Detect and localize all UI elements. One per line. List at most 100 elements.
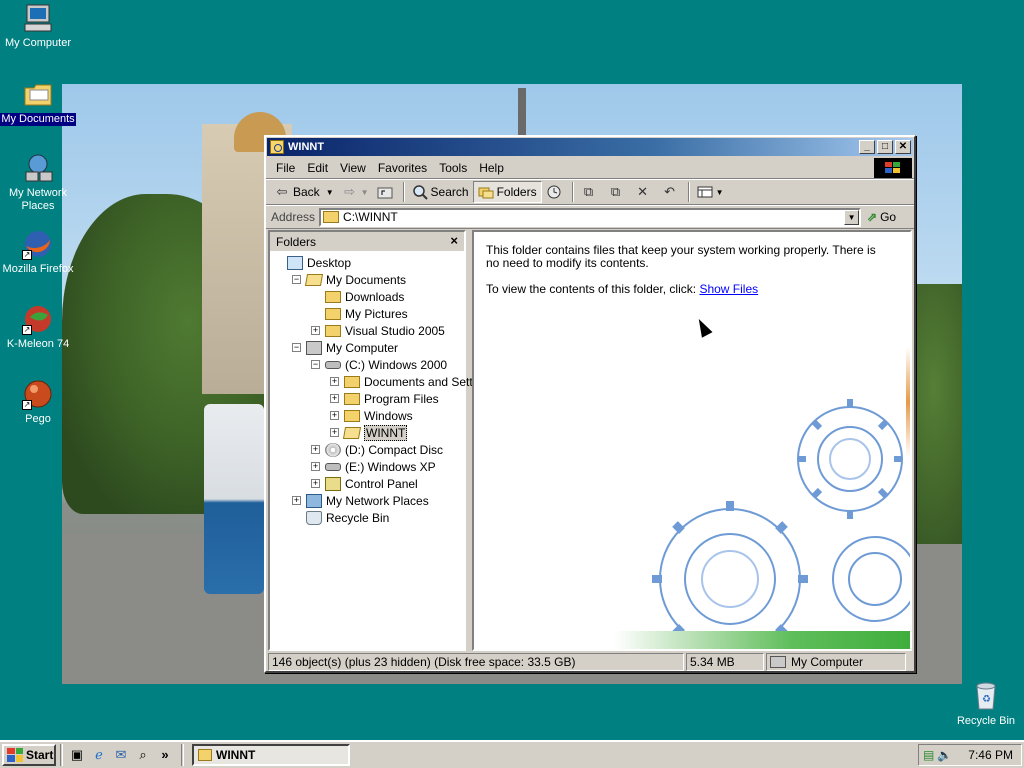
desktop-icon-my-network-places[interactable]: My Network Places bbox=[0, 152, 76, 213]
desktop-icon-label: My Computer bbox=[4, 37, 72, 49]
tree-node[interactable]: My Pictures bbox=[270, 305, 464, 322]
tree-node[interactable]: Downloads bbox=[270, 288, 464, 305]
tree-node[interactable]: + Visual Studio 2005 bbox=[270, 322, 464, 339]
maximize-button[interactable]: □ bbox=[877, 140, 893, 154]
expand-icon[interactable]: + bbox=[330, 411, 339, 420]
menu-help[interactable]: Help bbox=[473, 161, 510, 175]
tree-node[interactable]: + Documents and Settings bbox=[270, 373, 495, 390]
volume-icon[interactable]: 🔈 bbox=[937, 748, 952, 762]
folders-pane-header: Folders × bbox=[270, 232, 464, 252]
expand-icon[interactable]: + bbox=[330, 377, 339, 386]
collapse-icon[interactable]: − bbox=[292, 275, 301, 284]
menu-edit[interactable]: Edit bbox=[301, 161, 334, 175]
copy-to-icon: ⧉ bbox=[610, 184, 621, 199]
standard-toolbar: ⇦ Back ▼ ⇨ ▼ Search Folders ⧉ ⧉ ✕ ↶ ▼ bbox=[266, 179, 914, 205]
show-files-link[interactable]: Show Files bbox=[699, 282, 758, 296]
expand-icon[interactable]: + bbox=[311, 445, 320, 454]
tree-node[interactable]: + (D:) Compact Disc bbox=[270, 441, 464, 458]
desktop-icon-pego[interactable]: ↗ Pego bbox=[0, 378, 76, 426]
tree-node[interactable]: + Control Panel bbox=[270, 475, 464, 492]
show-desktop-icon[interactable]: ▣ bbox=[67, 745, 87, 765]
desktop-icon-recycle-bin[interactable]: ♻ Recycle Bin bbox=[948, 680, 1024, 728]
go-arrow-icon: ⇗ bbox=[867, 210, 878, 224]
back-arrow-icon: ⇦ bbox=[276, 184, 288, 199]
menu-tools[interactable]: Tools bbox=[433, 161, 473, 175]
tree-node[interactable]: + My Network Places bbox=[270, 492, 464, 509]
collapse-icon[interactable]: − bbox=[292, 343, 301, 352]
undo-button[interactable]: ↶ bbox=[658, 181, 685, 203]
firefox-icon: ↗ bbox=[22, 228, 54, 260]
tree-node-label: Desktop bbox=[307, 255, 352, 270]
chevron-down-icon[interactable]: ▼ bbox=[326, 188, 334, 197]
tree-node[interactable]: + WINNT bbox=[270, 424, 464, 441]
tray-app-icon[interactable]: ▤ bbox=[923, 748, 934, 762]
start-button[interactable]: Start bbox=[2, 743, 56, 766]
tree-node[interactable]: − My Computer bbox=[270, 339, 464, 356]
collapse-icon[interactable]: − bbox=[311, 360, 320, 369]
expand-icon[interactable]: + bbox=[311, 326, 320, 335]
chevron-down-icon[interactable]: ▼ bbox=[361, 188, 369, 197]
expand-icon[interactable]: + bbox=[292, 496, 301, 505]
tree-node[interactable]: − (C:) Windows 2000 bbox=[270, 356, 464, 373]
close-icon[interactable]: × bbox=[450, 233, 458, 248]
go-label: Go bbox=[880, 210, 897, 224]
window-titlebar[interactable]: WINNT _ □ ✕ bbox=[267, 138, 913, 156]
tree-node[interactable]: Recycle Bin bbox=[270, 509, 464, 526]
folders-button[interactable]: Folders bbox=[472, 181, 542, 203]
expand-icon[interactable]: + bbox=[311, 462, 320, 471]
decorative-green-bar bbox=[614, 631, 910, 649]
up-button[interactable] bbox=[373, 181, 400, 203]
address-label: Address bbox=[271, 210, 316, 224]
chevron-down-icon[interactable]: ▼ bbox=[716, 188, 724, 197]
forward-button[interactable]: ⇨ ▼ bbox=[338, 181, 373, 203]
recycle-bin-icon bbox=[306, 510, 322, 525]
desktop-icon-my-documents[interactable]: My Documents bbox=[0, 78, 76, 126]
desktop-icon-my-computer[interactable]: My Computer bbox=[0, 2, 76, 50]
back-button[interactable]: ⇦ Back ▼ bbox=[270, 181, 338, 203]
tree-node[interactable]: + (E:) Windows XP bbox=[270, 458, 464, 475]
forward-arrow-icon: ⇨ bbox=[344, 184, 356, 199]
folder-icon bbox=[344, 375, 360, 388]
expand-icon[interactable]: + bbox=[330, 394, 339, 403]
start-label: Start bbox=[26, 747, 54, 762]
history-button[interactable] bbox=[542, 181, 569, 203]
search-button[interactable]: Search bbox=[408, 181, 473, 203]
quicklaunch-more-icon[interactable]: » bbox=[155, 745, 175, 765]
status-zone-label: My Computer bbox=[791, 655, 864, 669]
desktop-icon-k-meleon[interactable]: ↗ K-Meleon 74 bbox=[0, 303, 76, 351]
move-to-button[interactable]: ⧉ bbox=[577, 181, 604, 203]
views-button[interactable]: ▼ bbox=[693, 181, 728, 203]
window-content: Folders × Desktop − My Documents Downloads M… bbox=[268, 230, 912, 651]
delete-button[interactable]: ✕ bbox=[631, 181, 658, 203]
go-button[interactable]: ⇗ Go bbox=[867, 210, 896, 224]
tree-node[interactable]: − My Documents bbox=[270, 271, 464, 288]
address-dropdown-button[interactable]: ▼ bbox=[844, 209, 860, 225]
desktop-icon-mozilla-firefox[interactable]: ↗ Mozilla Firefox bbox=[0, 228, 76, 276]
recycle-bin-icon: ♻ bbox=[970, 680, 1002, 712]
menu-view[interactable]: View bbox=[334, 161, 372, 175]
explorer-icon[interactable]: ⌕ bbox=[133, 745, 153, 765]
menu-file[interactable]: File bbox=[270, 161, 301, 175]
tree-node-label: WINNT bbox=[364, 424, 408, 441]
copy-to-button[interactable]: ⧉ bbox=[604, 181, 631, 203]
close-button[interactable]: ✕ bbox=[895, 140, 911, 154]
tree-node[interactable]: + Windows bbox=[270, 407, 464, 424]
tree-node-label: Downloads bbox=[345, 289, 405, 304]
minimize-button[interactable]: _ bbox=[859, 140, 875, 154]
clock[interactable]: 7:46 PM bbox=[968, 748, 1013, 762]
outlook-express-icon[interactable]: ✉ bbox=[111, 745, 131, 765]
internet-explorer-icon[interactable]: ℯ bbox=[89, 745, 109, 765]
address-value[interactable]: C:\WINNT bbox=[343, 210, 398, 224]
address-field[interactable]: C:\WINNT ▼ bbox=[319, 207, 862, 227]
folder-open-icon bbox=[342, 426, 362, 439]
expand-icon[interactable]: + bbox=[330, 428, 339, 437]
taskbar-button-winnt[interactable]: WINNT bbox=[192, 743, 350, 766]
menu-favorites[interactable]: Favorites bbox=[372, 161, 433, 175]
tree-node[interactable]: Desktop bbox=[270, 254, 464, 271]
explorer-window[interactable]: WINNT _ □ ✕ File Edit View Favorites Too… bbox=[264, 135, 916, 673]
system-tray: ▤ 🔈 7:46 PM bbox=[918, 744, 1022, 766]
desktop-icon-label: Mozilla Firefox bbox=[2, 263, 74, 275]
pego-icon: ↗ bbox=[22, 378, 54, 410]
tree-node[interactable]: + Program Files bbox=[270, 390, 464, 407]
expand-icon[interactable]: + bbox=[311, 479, 320, 488]
